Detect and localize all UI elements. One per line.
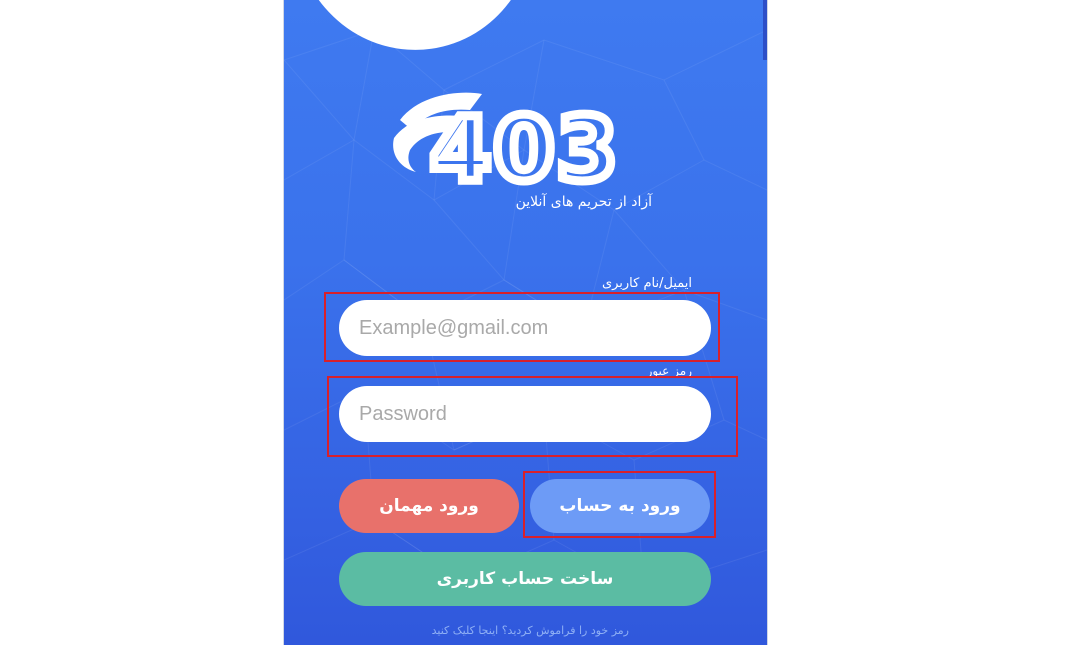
email-input[interactable] xyxy=(339,300,711,356)
screenshot-stage: 403 آزاد از تحریم های آنلاین ایمیل/نام ک… xyxy=(0,0,1091,645)
app-tagline: آزاد از تحریم های آنلاین xyxy=(515,194,652,210)
account-login-label: ورود به حساب xyxy=(559,496,681,516)
forgot-password-link[interactable]: رمز خود را فراموش کردید؟ اینجا کلیک کنید xyxy=(339,624,629,637)
guest-login-button[interactable]: ورود مهمان xyxy=(339,479,519,533)
guest-login-label: ورود مهمان xyxy=(379,496,479,516)
account-login-button[interactable]: ورود به حساب xyxy=(530,479,710,533)
create-account-button[interactable]: ساخت حساب کاربری xyxy=(339,552,711,606)
app-screen: 403 آزاد از تحریم های آنلاین ایمیل/نام ک… xyxy=(283,0,768,645)
create-account-label: ساخت حساب کاربری xyxy=(436,569,614,589)
logo-text: 403 xyxy=(430,98,620,188)
password-label: رمز عبور xyxy=(646,364,692,378)
email-label: ایمیل/نام کاربری xyxy=(601,276,692,291)
edge-accent xyxy=(763,0,767,60)
app-logo: 403 xyxy=(393,92,622,188)
password-input[interactable] xyxy=(339,386,711,442)
